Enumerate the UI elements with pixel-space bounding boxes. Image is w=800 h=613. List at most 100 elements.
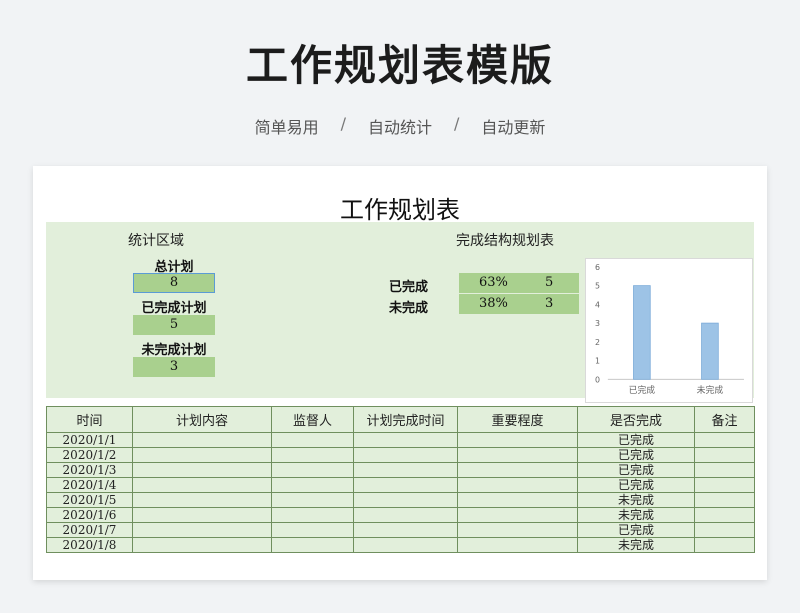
tagline-row: 简单易用 / 自动统计 / 自动更新 [0, 114, 800, 138]
date-cell[interactable]: 2020/1/6 [46, 507, 133, 523]
table-cell[interactable] [353, 537, 458, 553]
stats-heading: 统计区域 [128, 233, 184, 249]
table-cell[interactable] [353, 522, 458, 538]
table-cell[interactable] [353, 432, 458, 448]
done-plan-value[interactable]: 5 [133, 315, 215, 335]
table-cell[interactable] [271, 432, 354, 448]
column-header[interactable]: 时间 [46, 406, 133, 433]
table-cell[interactable] [353, 507, 458, 523]
table-cell[interactable] [694, 477, 755, 493]
status-cell[interactable]: 已完成 [577, 432, 695, 448]
structure-done-label: 已完成 [388, 280, 428, 295]
structure-done-row[interactable]: 63% 5 [459, 273, 579, 293]
structure-undone-percent: 38% [479, 296, 508, 311]
table-cell[interactable] [132, 492, 272, 508]
table-cell[interactable] [457, 432, 578, 448]
table-cell[interactable] [457, 477, 578, 493]
structure-heading: 完成结构规划表 [456, 233, 554, 249]
table-cell[interactable] [694, 507, 755, 523]
structure-done-percent: 63% [479, 275, 508, 290]
table-cell[interactable] [694, 462, 755, 478]
table-row: 2020/1/2 已完成 [46, 447, 755, 463]
status-cell[interactable]: 未完成 [577, 507, 695, 523]
table-cell[interactable] [457, 507, 578, 523]
table-row: 2020/1/1 已完成 [46, 432, 755, 448]
table-cell[interactable] [271, 447, 354, 463]
table-row: 2020/1/8 未完成 [46, 537, 755, 553]
table-header-row: 时间 计划内容 监督人 计划完成时间 重要程度 是否完成 备注 [46, 406, 755, 433]
bar[interactable] [701, 322, 719, 380]
column-header[interactable]: 监督人 [271, 406, 354, 433]
table-cell[interactable] [694, 492, 755, 508]
table-cell[interactable] [353, 477, 458, 493]
column-header[interactable]: 计划内容 [132, 406, 272, 433]
status-cell[interactable]: 已完成 [577, 462, 695, 478]
table-cell[interactable] [457, 462, 578, 478]
tagline-separator: / [454, 114, 460, 133]
spreadsheet-preview: 工作规划表 统计区域 完成结构规划表 总计划 8 已完成计划 5 未完成计划 3… [33, 166, 767, 580]
table-row: 2020/1/6 未完成 [46, 507, 755, 523]
table-cell[interactable] [271, 462, 354, 478]
y-tick-label: 6 [595, 263, 600, 272]
table-row: 2020/1/5 未完成 [46, 492, 755, 508]
table-cell[interactable] [694, 447, 755, 463]
undone-plan-label: 未完成计划 [141, 343, 207, 358]
table-cell[interactable] [132, 462, 272, 478]
column-header[interactable]: 是否完成 [577, 406, 695, 433]
bar[interactable] [633, 285, 651, 380]
status-cell[interactable]: 已完成 [577, 447, 695, 463]
table-cell[interactable] [132, 522, 272, 538]
status-cell[interactable]: 未完成 [577, 492, 695, 508]
sheet-title: 工作规划表 [340, 196, 460, 224]
table-cell[interactable] [353, 447, 458, 463]
table-cell[interactable] [132, 477, 272, 493]
table-cell[interactable] [694, 537, 755, 553]
page-title: 工作规划表模版 [245, 41, 554, 90]
structure-undone-row[interactable]: 38% 3 [459, 294, 579, 314]
table-cell[interactable] [132, 537, 272, 553]
table-cell[interactable] [457, 537, 578, 553]
date-cell[interactable]: 2020/1/3 [46, 462, 133, 478]
date-cell[interactable]: 2020/1/2 [46, 447, 133, 463]
date-cell[interactable]: 2020/1/4 [46, 477, 133, 493]
table-cell[interactable] [132, 507, 272, 523]
table-cell[interactable] [271, 507, 354, 523]
table-cell[interactable] [457, 492, 578, 508]
status-cell[interactable]: 已完成 [577, 522, 695, 538]
table-cell[interactable] [132, 447, 272, 463]
table-row: 2020/1/3 已完成 [46, 462, 755, 478]
table-cell[interactable] [271, 537, 354, 553]
table-cell[interactable] [694, 522, 755, 538]
table-cell[interactable] [457, 522, 578, 538]
undone-plan-value[interactable]: 3 [133, 357, 215, 377]
date-cell[interactable]: 2020/1/5 [46, 492, 133, 508]
tagline-3: 自动更新 [481, 118, 546, 137]
table-cell[interactable] [271, 492, 354, 508]
total-plan-value[interactable]: 8 [133, 273, 215, 293]
y-tick-label: 4 [595, 300, 600, 309]
table-cell[interactable] [271, 522, 354, 538]
date-cell[interactable]: 2020/1/1 [46, 432, 133, 448]
table-cell[interactable] [694, 432, 755, 448]
table-cell[interactable] [457, 447, 578, 463]
column-header[interactable]: 重要程度 [457, 406, 578, 433]
status-cell[interactable]: 未完成 [577, 537, 695, 553]
y-tick-label: 1 [595, 357, 600, 366]
table-row: 2020/1/7 已完成 [46, 522, 755, 538]
y-tick-label: 5 [595, 282, 600, 291]
completion-chart[interactable]: 0 1 2 3 4 5 6 已完成 未完成 [585, 258, 753, 403]
table-cell[interactable] [271, 477, 354, 493]
structure-undone-count: 3 [545, 296, 554, 311]
tagline-2: 自动统计 [367, 118, 432, 137]
date-cell[interactable]: 2020/1/7 [46, 522, 133, 538]
table-cell[interactable] [353, 492, 458, 508]
column-header[interactable]: 计划完成时间 [353, 406, 458, 433]
date-cell[interactable]: 2020/1/8 [46, 537, 133, 553]
x-tick-label: 未完成 [697, 384, 724, 396]
table-cell[interactable] [353, 462, 458, 478]
completion-bar-chart: 0 1 2 3 4 5 6 已完成 未完成 [595, 263, 744, 396]
table-cell[interactable] [132, 432, 272, 448]
table-row: 2020/1/4 已完成 [46, 477, 755, 493]
column-header[interactable]: 备注 [694, 406, 755, 433]
status-cell[interactable]: 已完成 [577, 477, 695, 493]
